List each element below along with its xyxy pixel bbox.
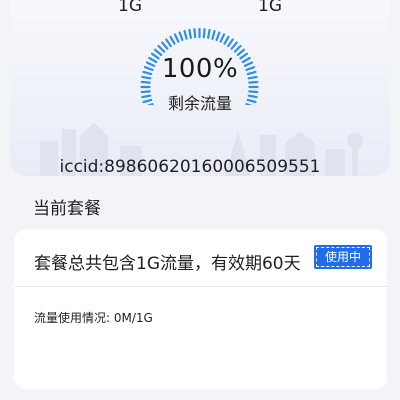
gauge-tick [202,28,206,39]
gauge-tick [193,28,197,39]
total-quota-value: 1G [118,0,142,16]
data-usage-status: 流量使用情况: 0M/1G [34,311,153,325]
plan-description: 套餐总共包含1G流量，有效期60天 [34,254,301,274]
gauge-tick [169,35,176,45]
gauge-tick [183,29,188,40]
gauge-tick [215,31,221,42]
remaining-quota-value: 1G [258,0,282,16]
data-summary-card: 1G 1G [10,0,390,176]
gauge-tick [207,28,211,39]
gauge-tick [178,31,184,42]
gauge-tick [227,38,234,48]
gauge-tick [230,41,238,50]
in-use-badge: 使用中 [314,245,372,269]
divider [14,286,387,287]
plan-card[interactable]: 套餐总共包含1G流量，有效期60天 使用中 流量使用情况: 0M/1G [14,229,387,389]
gauge-tick [173,33,180,43]
gauge-tick [161,41,169,50]
current-plan-heading: 当前套餐 [33,199,101,219]
iccid-number: iccid:89860620160006509551 [59,157,321,177]
gauge-tick [233,44,242,53]
remaining-data-label: 剩余流量 [167,94,232,113]
remaining-percent: 100% [161,54,239,84]
gauge-tick [165,38,172,48]
gauge-tick [188,28,192,39]
gauge-tick [223,35,230,45]
gauge-tick [211,29,216,40]
gauge-tick [157,44,166,53]
gauge-tick [219,33,226,43]
